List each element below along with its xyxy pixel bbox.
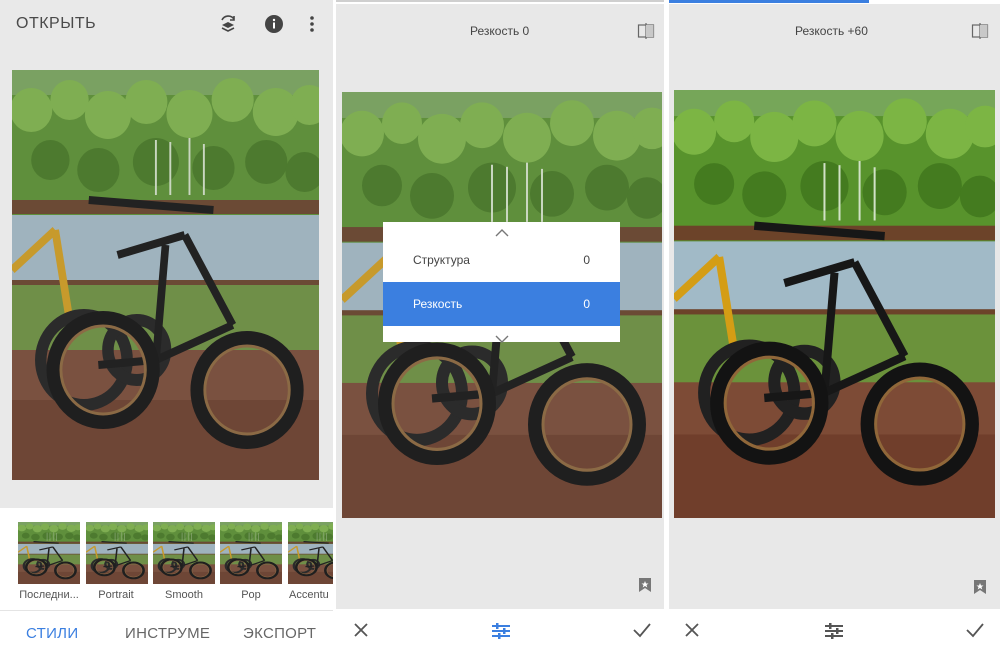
photo-preview[interactable] (12, 70, 319, 480)
tab-styles[interactable]: СТИЛИ (26, 625, 78, 642)
menu-item-sharpness[interactable]: Резкость 0 (383, 282, 620, 326)
styles-strip: Последни... Portrait Smooth Pop Accentu (0, 508, 333, 610)
compare-icon[interactable] (637, 22, 655, 45)
photo-preview[interactable] (674, 90, 995, 518)
preview-area (0, 50, 333, 508)
open-button[interactable]: ОТКРЫТЬ (16, 15, 96, 33)
style-label: Последни... (19, 589, 79, 601)
sharpness-editor-after: Резкость +60 (669, 0, 1000, 655)
apply-check-icon[interactable] (966, 622, 984, 643)
adjustment-header: Резкость 0 (470, 24, 530, 38)
style-thumb[interactable] (153, 522, 215, 584)
menu-item-value: 0 (583, 297, 590, 311)
styles-screen: ОТКРЫТЬ Последни... Portrait Smooth Pop … (0, 0, 333, 655)
style-thumb[interactable] (86, 522, 148, 584)
style-label: Accentu (289, 589, 329, 601)
chevron-down-icon[interactable] (495, 330, 509, 348)
bookmark-icon[interactable] (973, 579, 987, 600)
more-vert-icon[interactable] (304, 13, 320, 35)
top-bar: ОТКРЫТЬ (0, 0, 333, 50)
style-label: Portrait (98, 589, 134, 601)
bottom-bar (336, 609, 664, 655)
menu-item-label: Резкость (413, 297, 463, 311)
style-thumb[interactable] (18, 522, 80, 584)
cancel-icon[interactable] (684, 622, 700, 643)
adjust-sliders-icon[interactable] (824, 622, 844, 645)
apply-check-icon[interactable] (633, 622, 651, 643)
style-thumb[interactable] (288, 522, 333, 584)
style-label: Smooth (165, 589, 203, 601)
style-label: Pop (241, 589, 261, 601)
tab-tools[interactable]: ИНСТРУМЕ (125, 625, 210, 642)
layers-refresh-icon[interactable] (217, 13, 239, 35)
cancel-icon[interactable] (353, 622, 369, 643)
menu-item-label: Структура (413, 253, 470, 267)
adjustment-menu: Структура 0 Резкость 0 (383, 222, 620, 343)
bottom-bar (669, 609, 1000, 655)
bottom-tabs: СТИЛИ ИНСТРУМЕ ЭКСПОРТ (0, 610, 333, 655)
info-icon[interactable] (263, 13, 285, 35)
sharpness-progress (669, 0, 869, 3)
menu-item-value: 0 (583, 253, 590, 267)
adjust-sliders-icon[interactable] (491, 622, 511, 645)
tab-export[interactable]: ЭКСПОРТ (243, 625, 316, 642)
style-thumb[interactable] (220, 522, 282, 584)
menu-item-structure[interactable]: Структура 0 (383, 238, 620, 282)
compare-icon[interactable] (971, 22, 989, 45)
bookmark-icon[interactable] (638, 577, 652, 598)
adjustment-header: Резкость +60 (795, 24, 868, 38)
